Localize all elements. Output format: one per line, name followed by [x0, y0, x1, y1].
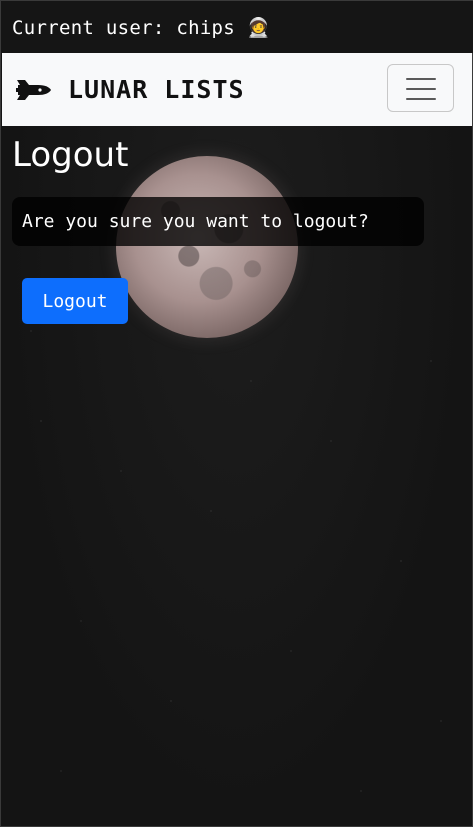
page-title: Logout [12, 135, 129, 175]
confirm-message-box: Are you sure you want to logout? [12, 197, 424, 246]
current-user-text: Current user: chips 🧑‍🚀 [12, 17, 271, 39]
hamburger-menu-icon-bottom [406, 98, 436, 100]
hamburger-menu-icon-middle [406, 88, 436, 90]
brand-title: LUNAR LISTS [68, 75, 245, 104]
confirm-message-text: Are you sure you want to logout? [22, 211, 369, 232]
navbar-toggler-button[interactable] [387, 64, 454, 112]
logout-button[interactable]: Logout [22, 278, 128, 324]
hamburger-menu-icon [406, 78, 436, 80]
page-background: Current user: chips 🧑‍🚀 LUNAR LISTS Logo… [0, 0, 473, 827]
moon-background-image [116, 156, 298, 338]
rocket-icon [16, 77, 52, 103]
navbar-brand[interactable]: LUNAR LISTS [16, 75, 245, 104]
navbar: LUNAR LISTS [2, 53, 472, 126]
current-user-bar: Current user: chips 🧑‍🚀 [1, 1, 473, 53]
